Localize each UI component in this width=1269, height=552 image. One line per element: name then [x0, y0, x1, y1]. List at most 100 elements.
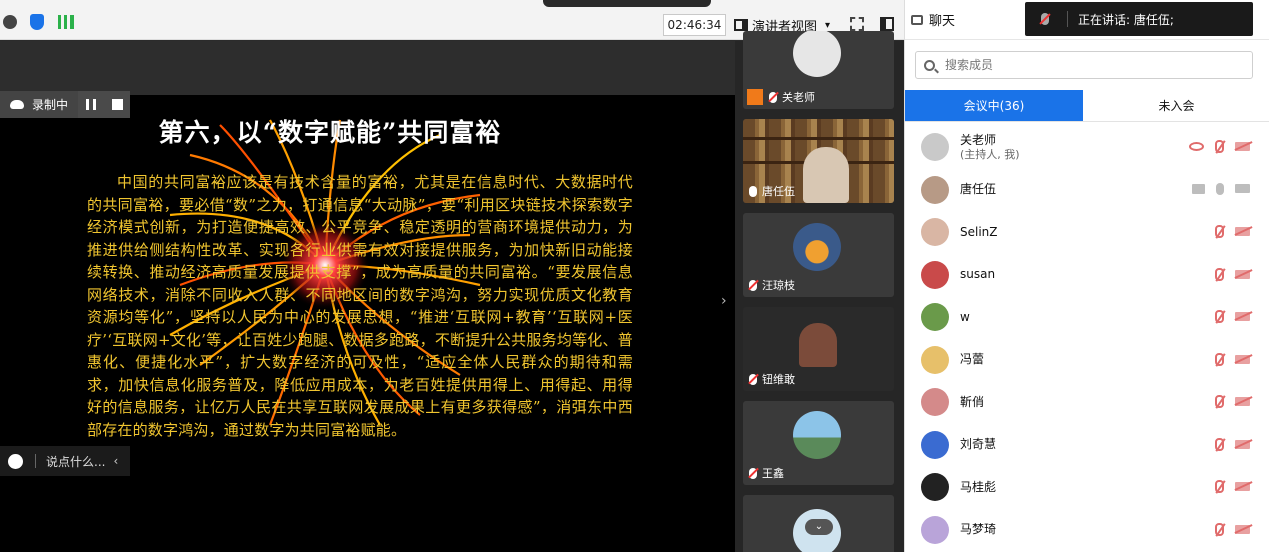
participant-row[interactable]: 唐任伍: [905, 169, 1269, 212]
participant-row[interactable]: 靳俏: [905, 381, 1269, 424]
cloud-icon: [10, 100, 24, 109]
panel-title[interactable]: 聊天: [929, 10, 955, 29]
mic-muted-icon: [1041, 13, 1049, 25]
screen-share-icon[interactable]: [1192, 183, 1205, 194]
participant-info: 关老师 (主持人, 我): [960, 133, 1020, 162]
camera-on-icon[interactable]: [1235, 184, 1250, 193]
participant-info: 冯蕾: [960, 352, 984, 367]
chevron-right-icon[interactable]: ›: [721, 293, 727, 309]
video-tile[interactable]: 关老师: [743, 31, 894, 109]
sidebar-layout-icon[interactable]: [880, 17, 894, 31]
recording-label: 录制中: [32, 98, 69, 112]
camera-off-icon[interactable]: [1235, 142, 1250, 151]
presentation-slide: 第六，以“数字赋能”共同富裕 中国的共同富裕应该是有技术含量的富裕，尤其是在信息…: [0, 95, 735, 552]
video-tile[interactable]: 钮维敢: [743, 307, 894, 391]
participant-name: 马梦琦: [960, 522, 997, 537]
avatar: [921, 473, 949, 502]
fullscreen-icon[interactable]: [850, 17, 864, 31]
video-tile[interactable]: 唐任伍: [743, 119, 894, 203]
video-tile[interactable]: 汪琼枝: [743, 213, 894, 297]
participant-row[interactable]: 马梦琦: [905, 509, 1269, 552]
participant-status-icons: [1215, 522, 1250, 536]
signal-icon[interactable]: [58, 15, 74, 29]
mic-muted-icon[interactable]: [1215, 352, 1224, 366]
quick-chat-input[interactable]: 说点什么...: [46, 453, 105, 470]
mic-muted-icon: [749, 373, 757, 385]
mic-on-icon[interactable]: [1216, 182, 1224, 195]
emoji-icon[interactable]: [8, 453, 23, 469]
recording-status: 录制中: [0, 91, 79, 118]
info-icon[interactable]: [3, 15, 17, 29]
participants-panel: 聊天 正在讲话: 唐任伍; 会议中(36) 未入会 关老师(主持人, 我) 唐任伍…: [904, 0, 1269, 552]
participant-row[interactable]: 关老师 (主持人, 我): [905, 126, 1269, 169]
scroll-down-button[interactable]: ⌄: [805, 519, 833, 535]
speaking-indicator: 正在讲话: 唐任伍;: [1025, 2, 1253, 36]
mic-muted-icon[interactable]: [1215, 225, 1224, 238]
participant-name: susan: [960, 267, 996, 282]
mic-muted-icon[interactable]: [1215, 140, 1224, 153]
camera-off-icon[interactable]: [1235, 482, 1250, 491]
divider: [35, 454, 36, 468]
pause-recording-button[interactable]: [78, 91, 105, 118]
participant-name: 靳俏: [960, 394, 985, 409]
mic-muted-icon[interactable]: [1215, 310, 1224, 323]
search-input[interactable]: [945, 58, 1235, 72]
avatar: [921, 218, 949, 247]
participant-info: 马梦琦: [960, 522, 996, 537]
participant-tabs: 会议中(36) 未入会: [905, 90, 1269, 122]
participant-name: 冯蕾: [960, 352, 985, 367]
view-grid-icon: [734, 19, 748, 31]
participant-name: 唐任伍: [960, 182, 997, 197]
participant-status-icons: [1192, 182, 1250, 195]
mic-muted-icon[interactable]: [1215, 522, 1224, 536]
video-strip: 关老师 唐任伍 汪琼枝 钮维敢 王鑫 ⌄: [735, 31, 904, 552]
avatar: [921, 388, 949, 417]
avatar: [921, 133, 949, 162]
participant-row[interactable]: w: [905, 296, 1269, 339]
mic-muted-icon[interactable]: [1215, 437, 1224, 451]
chevron-left-icon[interactable]: ‹: [113, 454, 118, 468]
avatar: [921, 303, 949, 332]
participant-info: 马桂彪: [960, 480, 996, 495]
top-notch: [543, 0, 711, 7]
camera-off-icon[interactable]: [1235, 354, 1250, 364]
participant-row[interactable]: susan: [905, 254, 1269, 297]
camera-off-icon[interactable]: [1235, 439, 1250, 449]
participant-info: 刘奇慧: [960, 437, 996, 452]
participant-row[interactable]: SelinZ: [905, 211, 1269, 254]
participant-video: [799, 323, 837, 367]
shield-icon[interactable]: [30, 14, 44, 30]
divider: [1067, 11, 1068, 27]
avatar: [921, 430, 949, 459]
participant-info: SelinZ: [960, 225, 998, 240]
tile-name: 王鑫: [762, 467, 784, 480]
camera-off-icon[interactable]: [1235, 227, 1250, 236]
camera-off-icon[interactable]: [1235, 312, 1250, 321]
shelf: [743, 137, 894, 140]
avatar: [793, 411, 841, 459]
meeting-window: 02:46:34 演讲者视图 ▾ 第六，以“数字赋能”共同富裕 中国的共同富裕应…: [0, 0, 1269, 552]
camera-off-icon[interactable]: [1235, 397, 1250, 406]
participant-info: susan: [960, 267, 995, 282]
participant-info: w: [960, 310, 970, 325]
mic-muted-icon[interactable]: [1215, 267, 1224, 281]
camera-off-icon[interactable]: [1235, 269, 1250, 279]
mic-muted-icon[interactable]: [1215, 480, 1224, 493]
participant-row[interactable]: 冯蕾: [905, 339, 1269, 382]
participant-role: (主持人, 我): [960, 147, 1020, 161]
camera-off-icon[interactable]: [1235, 524, 1250, 534]
quick-chat-bar[interactable]: 说点什么... ‹: [0, 446, 130, 476]
speaking-text: 正在讲话: 唐任伍;: [1078, 12, 1174, 27]
participant-row[interactable]: 马桂彪: [905, 466, 1269, 509]
tab-not-joined[interactable]: 未入会: [1083, 90, 1269, 122]
stop-recording-button[interactable]: [104, 91, 131, 118]
chat-icon[interactable]: [911, 14, 923, 25]
participant-status-icons: [1215, 437, 1250, 451]
member-search[interactable]: [915, 51, 1253, 79]
participant-row[interactable]: 刘奇慧: [905, 424, 1269, 467]
eye-icon[interactable]: [1189, 142, 1204, 151]
presenting-icon: [747, 89, 763, 105]
mic-muted-icon[interactable]: [1215, 395, 1224, 408]
video-tile[interactable]: 王鑫: [743, 401, 894, 485]
tab-in-meeting[interactable]: 会议中(36): [905, 90, 1083, 122]
